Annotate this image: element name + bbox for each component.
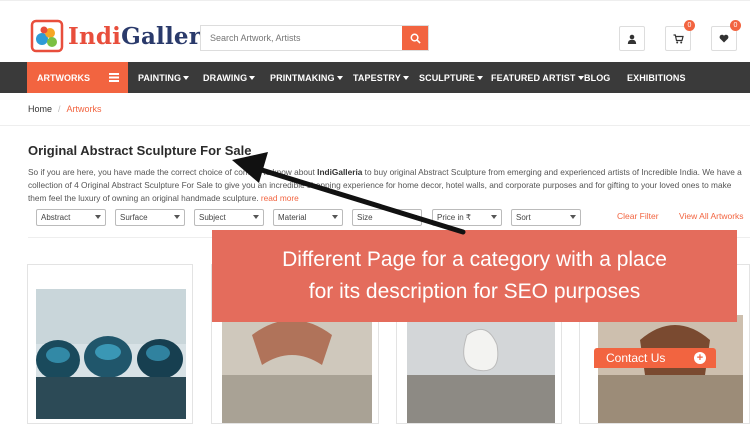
nav-artworks-menu[interactable]: ARTWORKS (27, 62, 128, 93)
clear-filter-link[interactable]: Clear Filter (617, 211, 659, 221)
cart-button[interactable]: 0 (665, 20, 695, 51)
filter-style-select[interactable]: Abstract (36, 209, 106, 226)
dropdown-arrow-icon (491, 215, 497, 219)
logo-mark-icon (30, 19, 64, 53)
page-title: Original Abstract Sculpture For Sale (28, 143, 252, 158)
cart-count-badge: 0 (684, 20, 695, 31)
dropdown-arrow-icon (95, 215, 101, 219)
caret-down-icon (249, 75, 256, 80)
site-header: IndiGalleria 0 0 (0, 0, 750, 62)
search-input[interactable] (201, 26, 402, 50)
category-description: So if you are here, you have made the co… (28, 167, 742, 203)
nav-item-exhibitions[interactable]: EXHIBITIONS (627, 62, 686, 93)
filter-size-select[interactable]: Size (352, 209, 422, 226)
search-bar (200, 25, 429, 51)
product-card[interactable] (27, 264, 193, 424)
search-icon (410, 33, 421, 44)
site-logo[interactable]: IndiGalleria (30, 17, 225, 55)
breadcrumb-home[interactable]: Home (28, 104, 52, 114)
dropdown-arrow-icon (174, 215, 180, 219)
dropdown-arrow-icon (411, 215, 417, 219)
breadcrumb: Home / Artworks (0, 93, 750, 126)
wishlist-count-badge: 0 (730, 20, 741, 31)
user-icon (627, 34, 637, 44)
sculpture-image (36, 289, 186, 419)
nav-item-tapestry[interactable]: TAPESTRY (353, 62, 409, 93)
sort-select[interactable]: Sort (511, 209, 581, 226)
breadcrumb-current: Artworks (66, 104, 102, 114)
plus-icon: + (694, 352, 706, 364)
nav-item-sculpture[interactable]: SCULPTURE (419, 62, 483, 93)
caret-down-icon (577, 75, 584, 80)
grid-menu-icon (109, 73, 119, 82)
caret-down-icon (402, 75, 409, 80)
nav-item-drawing[interactable]: DRAWING (203, 62, 256, 93)
annotation-line-1: Different Page for a category with a pla… (282, 248, 667, 271)
contact-us-button[interactable]: Contact Us + (594, 348, 716, 368)
nav-item-featured-artist[interactable]: FEATURED ARTIST (491, 62, 584, 93)
wishlist-button[interactable]: 0 (711, 20, 741, 51)
dropdown-arrow-icon (570, 215, 576, 219)
breadcrumb-separator: / (58, 104, 61, 114)
nav-item-printmaking[interactable]: PRINTMAKING (270, 62, 343, 93)
filter-surface-select[interactable]: Surface (115, 209, 185, 226)
caret-down-icon (336, 75, 343, 80)
nav-item-blog[interactable]: BLOG (584, 62, 610, 93)
filter-subject-select[interactable]: Subject (194, 209, 264, 226)
contact-us-label: Contact Us (606, 351, 666, 365)
main-nav: ARTWORKS PAINTING DRAWING PRINTMAKING TA… (0, 62, 750, 93)
heart-icon (719, 34, 729, 43)
search-button[interactable] (402, 26, 428, 50)
nav-item-painting[interactable]: PAINTING (138, 62, 190, 93)
annotation-line-2: for its description for SEO purposes (308, 280, 641, 303)
view-all-artworks-link[interactable]: View All Artworks (679, 211, 744, 221)
annotation-callout: Different Page for a category with a pla… (212, 230, 737, 322)
dropdown-arrow-icon (332, 215, 338, 219)
account-button[interactable] (619, 26, 645, 51)
filter-price-select[interactable]: Price in ₹ (432, 209, 502, 226)
dropdown-arrow-icon (253, 215, 259, 219)
cart-icon (673, 33, 684, 43)
filter-material-select[interactable]: Material (273, 209, 343, 226)
nav-artworks-label: ARTWORKS (37, 72, 90, 83)
caret-down-icon (183, 75, 190, 80)
caret-down-icon (476, 75, 483, 80)
read-more-link[interactable]: read more (261, 193, 299, 203)
